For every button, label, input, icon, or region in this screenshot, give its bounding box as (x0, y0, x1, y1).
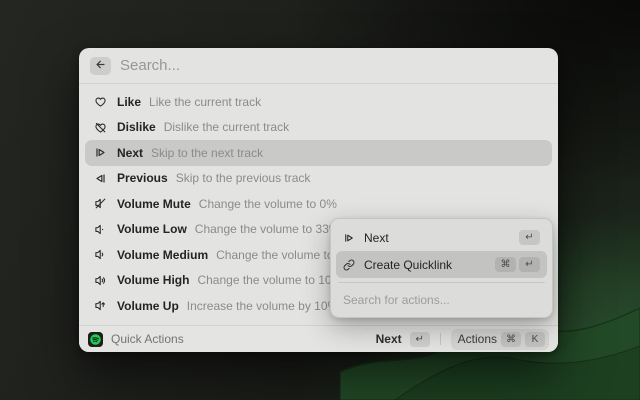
return-key-badge: ↵ (410, 332, 430, 347)
list-item-like[interactable]: Like Like the current track (85, 89, 552, 115)
command-key-badge: ⌘ (501, 332, 521, 347)
return-key-badge: ↵ (519, 257, 540, 272)
speaker-medium-icon (94, 248, 107, 261)
list-item-subtitle: Skip to the next track (151, 146, 263, 160)
list-item-title: Volume Medium (117, 248, 208, 262)
heart-slash-icon (94, 121, 107, 134)
actions-popup: Next ↵ Create Quicklink ⌘ ↵ Search for a… (330, 218, 553, 318)
action-item-label: Create Quicklink (364, 258, 495, 272)
speaker-high-icon (94, 274, 107, 287)
list-item-previous[interactable]: Previous Skip to the previous track (85, 166, 552, 192)
command-palette-window: Search... Like Like the current track Di… (79, 48, 558, 352)
list-item-title: Dislike (117, 120, 156, 134)
primary-action-label[interactable]: Next (376, 332, 402, 346)
actions-button[interactable]: Actions ⌘ K (451, 329, 549, 350)
action-item-next[interactable]: Next ↵ (336, 224, 547, 251)
list-item-subtitle: Change the volume to 100% (197, 273, 348, 287)
list-item-subtitle: Change the volume to 33% (195, 222, 340, 236)
list-item-subtitle: Skip to the previous track (176, 171, 311, 185)
list-item-title: Next (117, 146, 143, 160)
heart-icon (94, 95, 107, 108)
arrow-left-icon (95, 57, 106, 75)
speaker-mute-icon (94, 197, 107, 210)
list-item-title: Like (117, 95, 141, 109)
footer-app-label: Quick Actions (111, 332, 368, 346)
list-item-subtitle: Like the current track (149, 95, 261, 109)
list-item-subtitle: Change the volume to 0% (199, 197, 337, 211)
link-icon (343, 259, 355, 271)
k-key-badge: K (525, 332, 545, 347)
speaker-low-icon (94, 223, 107, 236)
action-item-create-quicklink[interactable]: Create Quicklink ⌘ ↵ (336, 251, 547, 278)
actions-button-label: Actions (458, 332, 497, 346)
list-item-title: Volume Low (117, 222, 187, 236)
command-key-badge: ⌘ (495, 257, 516, 272)
list-item-title: Volume High (117, 273, 189, 287)
skip-back-icon (94, 172, 107, 185)
return-key-badge: ↵ (519, 230, 540, 245)
list-item-title: Volume Mute (117, 197, 191, 211)
list-item-subtitle: Increase the volume by 10% (187, 299, 338, 313)
list-item-dislike[interactable]: Dislike Dislike the current track (85, 115, 552, 141)
list-item-volume-mute[interactable]: Volume Mute Change the volume to 0% (85, 191, 552, 217)
search-input[interactable]: Search... (120, 57, 547, 74)
list-item-title: Previous (117, 171, 168, 185)
skip-forward-icon (94, 146, 107, 159)
speaker-up-icon (94, 299, 107, 312)
search-bar: Search... (79, 48, 558, 83)
back-button[interactable] (90, 57, 111, 75)
status-bar: Quick Actions Next ↵ Actions ⌘ K (79, 325, 558, 352)
divider (338, 282, 545, 283)
list-item-subtitle: Dislike the current track (164, 120, 289, 134)
skip-forward-icon (343, 232, 355, 244)
list-item-title: Volume Up (117, 299, 179, 313)
list-item-next[interactable]: Next Skip to the next track (85, 140, 552, 166)
actions-search-input[interactable]: Search for actions... (336, 287, 547, 312)
divider (440, 333, 441, 345)
spotify-icon (88, 332, 103, 347)
action-item-label: Next (364, 231, 519, 245)
